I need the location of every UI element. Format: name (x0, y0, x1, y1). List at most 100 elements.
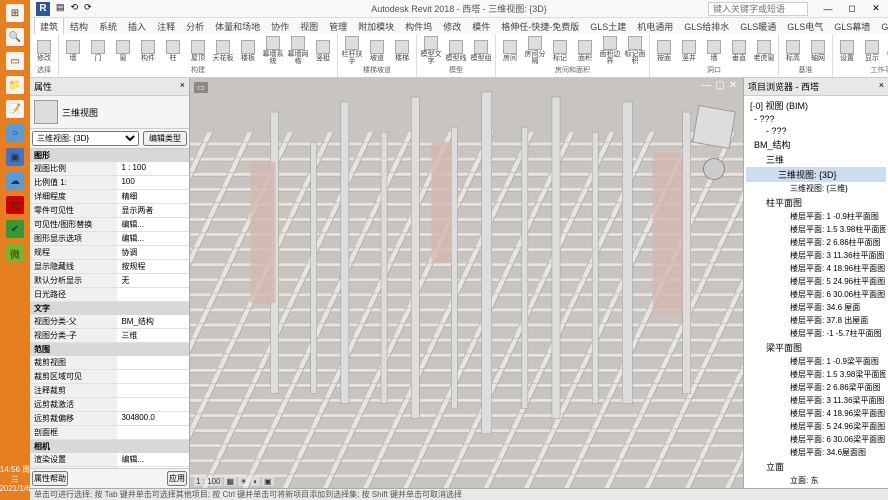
view-tool-icon[interactable]: ◐ (251, 477, 260, 486)
nav-wheel-icon[interactable] (703, 158, 725, 180)
prop-value[interactable]: BM_结构 (117, 315, 189, 328)
ribbon-button[interactable]: 模型组 (470, 36, 492, 65)
prop-row[interactable]: 规程协调 (30, 246, 189, 260)
ribbon-button[interactable]: 垂直 (728, 36, 750, 65)
ribbon-button[interactable]: 面积边界 (599, 36, 621, 65)
ribbon-button[interactable]: 楼板 (237, 36, 259, 65)
ribbon-button[interactable]: 标记面积 (624, 36, 646, 65)
ribbon-button[interactable]: 窗 (112, 36, 134, 65)
prop-value[interactable]: 编辑... (117, 453, 189, 466)
search-icon[interactable]: 🔍 (6, 28, 24, 46)
ribbon-tab[interactable]: 模件 (467, 18, 495, 34)
ribbon-tab[interactable]: 视图 (295, 18, 323, 34)
tree-node[interactable]: 楼层平面: 3 11.36柱平面图 (746, 249, 886, 262)
ribbon-button[interactable]: 显示 (861, 36, 883, 65)
app-icon[interactable]: ○ (6, 124, 24, 142)
prop-row[interactable]: 图形显示选项编辑... (30, 232, 189, 246)
prop-row[interactable]: 显示隐藏线按规程 (30, 260, 189, 274)
edit-type-button[interactable]: 编辑类型 (143, 131, 187, 146)
ribbon-tab[interactable]: 机电通用 (632, 18, 678, 34)
view-tool[interactable]: ▭ (194, 82, 208, 93)
ribbon-button[interactable]: 幕墙网格 (287, 36, 309, 65)
ribbon-tab[interactable]: 结构 (65, 18, 93, 34)
tree-node[interactable]: 立面 (746, 459, 886, 474)
prop-row[interactable]: 详细程度精细 (30, 190, 189, 204)
ribbon-tab[interactable]: 系统 (94, 18, 122, 34)
prop-value[interactable]: 按规程 (117, 260, 189, 273)
tree-node[interactable]: - ??? (746, 113, 886, 125)
tree-node[interactable]: BM_结构 (746, 137, 886, 152)
view-tool-icon[interactable]: ☀ (238, 477, 249, 486)
close-icon[interactable]: ✕ (729, 80, 737, 91)
tree-node[interactable]: 三维视图: {3D} (746, 167, 886, 182)
ribbon-button[interactable]: 竖梃 (312, 36, 334, 65)
scale-label[interactable]: 1 : 100 (194, 477, 222, 486)
prop-value[interactable] (117, 370, 189, 383)
ribbon-tab[interactable]: 建筑 (34, 18, 64, 34)
app-icon[interactable]: ✔ (6, 220, 24, 238)
tree-node[interactable]: 楼层平面: 6 30.06梁平面图 (746, 433, 886, 446)
tree-node[interactable]: 楼层平面: 4 18.96梁平面图 (746, 407, 886, 420)
app-icon[interactable]: ☁ (6, 172, 24, 190)
prop-group-header[interactable]: 文字 (30, 302, 189, 315)
prop-row[interactable]: 远剪裁激活 (30, 398, 189, 412)
tree-node[interactable]: 梁平面图 (746, 340, 886, 355)
prop-value[interactable]: 编辑... (117, 218, 189, 231)
ribbon-button[interactable]: 标高 (782, 36, 804, 65)
prop-value[interactable] (117, 288, 189, 301)
clock[interactable]: 14:56 周三 2021/1/6 (0, 465, 31, 494)
ribbon-button[interactable]: 标记 (549, 36, 571, 65)
prop-value[interactable]: 100 (117, 176, 189, 189)
ribbon-tab[interactable]: 注释 (152, 18, 180, 34)
prop-value[interactable]: 304800.0 (117, 412, 189, 425)
tree-node[interactable]: 楼层平面: 6 30.06柱平面图 (746, 288, 886, 301)
prop-value[interactable]: 1 : 100 (117, 162, 189, 175)
tree-node[interactable]: - ??? (746, 125, 886, 137)
app-icon[interactable]: 📝 (6, 100, 24, 118)
close-icon[interactable]: × (180, 80, 185, 93)
prop-row[interactable]: 视图比例1 : 100 (30, 162, 189, 176)
ribbon-tab[interactable]: GLS电气 (782, 18, 828, 34)
ribbon-tab[interactable]: GLS给排水 (679, 18, 734, 34)
ribbon-tab[interactable]: 插入 (123, 18, 151, 34)
prop-row[interactable]: 裁剪区域可见 (30, 370, 189, 384)
app-icon[interactable]: 📁 (6, 76, 24, 94)
ribbon-button[interactable]: 坡道 (366, 36, 388, 65)
ribbon-tab[interactable]: 管理 (324, 18, 352, 34)
ribbon-button[interactable]: 幕墙系统 (262, 36, 284, 65)
tree-node[interactable]: 楼层平面: 4 18.96柱平面图 (746, 262, 886, 275)
prop-row[interactable]: 远剪裁偏移304800.0 (30, 412, 189, 426)
apply-button[interactable]: 应用 (167, 471, 187, 486)
tree-node[interactable]: 楼层平面: 1.5 3.98柱平面图 (746, 223, 886, 236)
prop-value[interactable] (117, 384, 189, 397)
ribbon-button[interactable]: 房间 (499, 36, 521, 65)
ribbon-tab[interactable]: 体量和场地 (210, 18, 265, 34)
prop-row[interactable]: 可见性/图形替换编辑... (30, 218, 189, 232)
ribbon-button[interactable]: 天花板 (212, 36, 234, 65)
tree-node[interactable]: 楼层平面: 5 24.96梁平面图 (746, 420, 886, 433)
ribbon-button[interactable]: 栏杆扶手 (341, 36, 363, 65)
tree-node[interactable]: 楼层平面: 3 11.36梁平面图 (746, 394, 886, 407)
ribbon-button[interactable]: 门 (87, 36, 109, 65)
ribbon-button[interactable]: 面积 (574, 36, 596, 65)
ribbon-tab[interactable]: 附加模块 (353, 18, 399, 34)
close-icon[interactable]: × (879, 80, 884, 93)
ribbon-button[interactable]: 柱 (162, 36, 184, 65)
task-icon[interactable]: ▭ (6, 52, 24, 70)
tree-node[interactable]: 三维 (746, 152, 886, 167)
prop-row[interactable]: 默认分析显示无 (30, 274, 189, 288)
prop-row[interactable]: 视图分类-父BM_结构 (30, 315, 189, 329)
tree-node[interactable]: 楼层平面: 5 24.96柱平面图 (746, 275, 886, 288)
instance-selector[interactable]: 三维视图: {3D} (32, 131, 139, 146)
ribbon-button[interactable]: 墙 (62, 36, 84, 65)
help-button[interactable]: 属性帮助 (32, 471, 68, 486)
prop-row[interactable]: 渲染设置编辑... (30, 453, 189, 467)
app-icon[interactable]: 红 (6, 196, 24, 214)
tree-node[interactable]: 三维视图: {三维} (746, 182, 886, 195)
close-icon[interactable]: ✕ (864, 0, 888, 18)
ribbon-button[interactable]: 房间分隔 (524, 36, 546, 65)
tree-node[interactable]: 楼层平面: 1 -0.9梁平面图 (746, 355, 886, 368)
ribbon-button[interactable]: 构件 (137, 36, 159, 65)
maximize-icon[interactable]: ▢ (715, 80, 724, 91)
3d-viewport[interactable]: ▭ — ▢ ✕ 1 : 100 ▦ ☀ ◐ ▣ (190, 78, 743, 488)
